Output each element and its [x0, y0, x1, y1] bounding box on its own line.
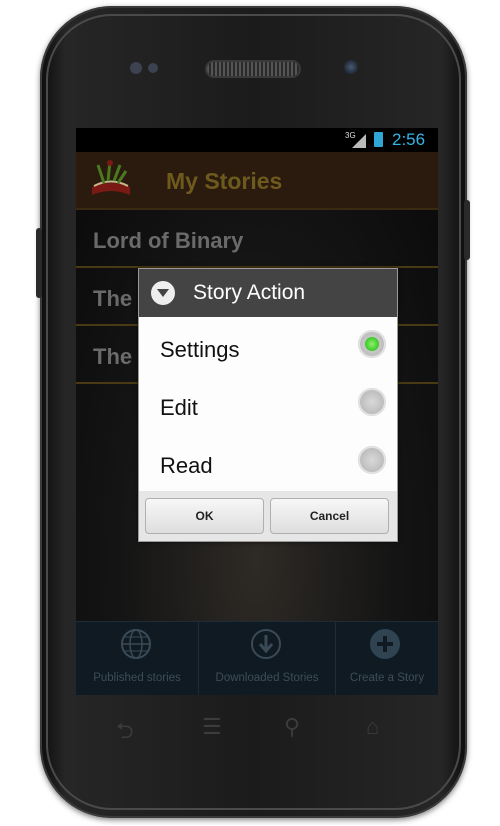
power-button [464, 200, 470, 260]
bottom-tab-bar: Published stories Downloaded Stories Cre… [76, 621, 438, 695]
app-bar: My Stories [76, 152, 438, 210]
hardware-nav-bar: ⮌ ☰ ⚲ ⌂ [76, 702, 438, 752]
option-label: Edit [160, 395, 198, 420]
proximity-sensor [130, 62, 142, 74]
earpiece-speaker [207, 62, 299, 76]
story-item-label: Lord of Binary [93, 228, 244, 253]
home-icon[interactable]: ⌂ [366, 714, 379, 740]
battery-icon [374, 132, 383, 147]
globe-icon [121, 629, 151, 659]
back-icon[interactable]: ⮌ [116, 714, 134, 752]
option-read[interactable]: Read [139, 433, 397, 492]
volume-button [36, 228, 42, 298]
story-item-label: The [93, 286, 133, 311]
download-icon [251, 629, 281, 659]
story-item-label: The [93, 344, 133, 369]
tab-published-stories[interactable]: Published stories [76, 622, 199, 695]
signal-icon [352, 134, 366, 148]
cancel-button[interactable]: Cancel [270, 498, 389, 534]
dialog-title: Story Action [193, 281, 306, 304]
menu-icon[interactable]: ☰ [202, 714, 222, 740]
tab-label: Published stories [93, 672, 181, 684]
search-icon[interactable]: ⚲ [284, 714, 300, 740]
radio-button-selected[interactable] [358, 330, 386, 358]
light-sensor [148, 63, 158, 73]
tab-downloaded-stories[interactable]: Downloaded Stories [199, 622, 336, 695]
front-camera [344, 60, 358, 74]
radio-button[interactable] [358, 446, 386, 474]
status-time: 2:56 [392, 130, 426, 149]
status-bar: 3G 2:56 [76, 128, 438, 152]
option-label: Read [160, 453, 213, 478]
tab-label: Downloaded Stories [215, 672, 319, 684]
ok-button[interactable]: OK [145, 498, 264, 534]
tab-label: Create a Story [349, 672, 425, 684]
radio-button[interactable] [358, 388, 386, 416]
option-edit[interactable]: Edit [139, 375, 397, 434]
option-settings[interactable]: Settings [139, 317, 397, 376]
app-logo-icon [92, 160, 130, 195]
dropdown-icon [151, 281, 175, 305]
dialog-header: Story Action [139, 269, 397, 317]
dialog-footer: OK Cancel [139, 491, 397, 541]
story-action-dialog: Story Action Settings Edit Read OK Cance… [138, 268, 398, 542]
story-item[interactable]: Lord of Binary [76, 210, 438, 268]
option-label: Settings [160, 337, 240, 362]
app-title: My Stories [166, 168, 283, 194]
tab-create-story[interactable]: Create a Story [336, 622, 438, 695]
plus-icon [370, 629, 400, 659]
